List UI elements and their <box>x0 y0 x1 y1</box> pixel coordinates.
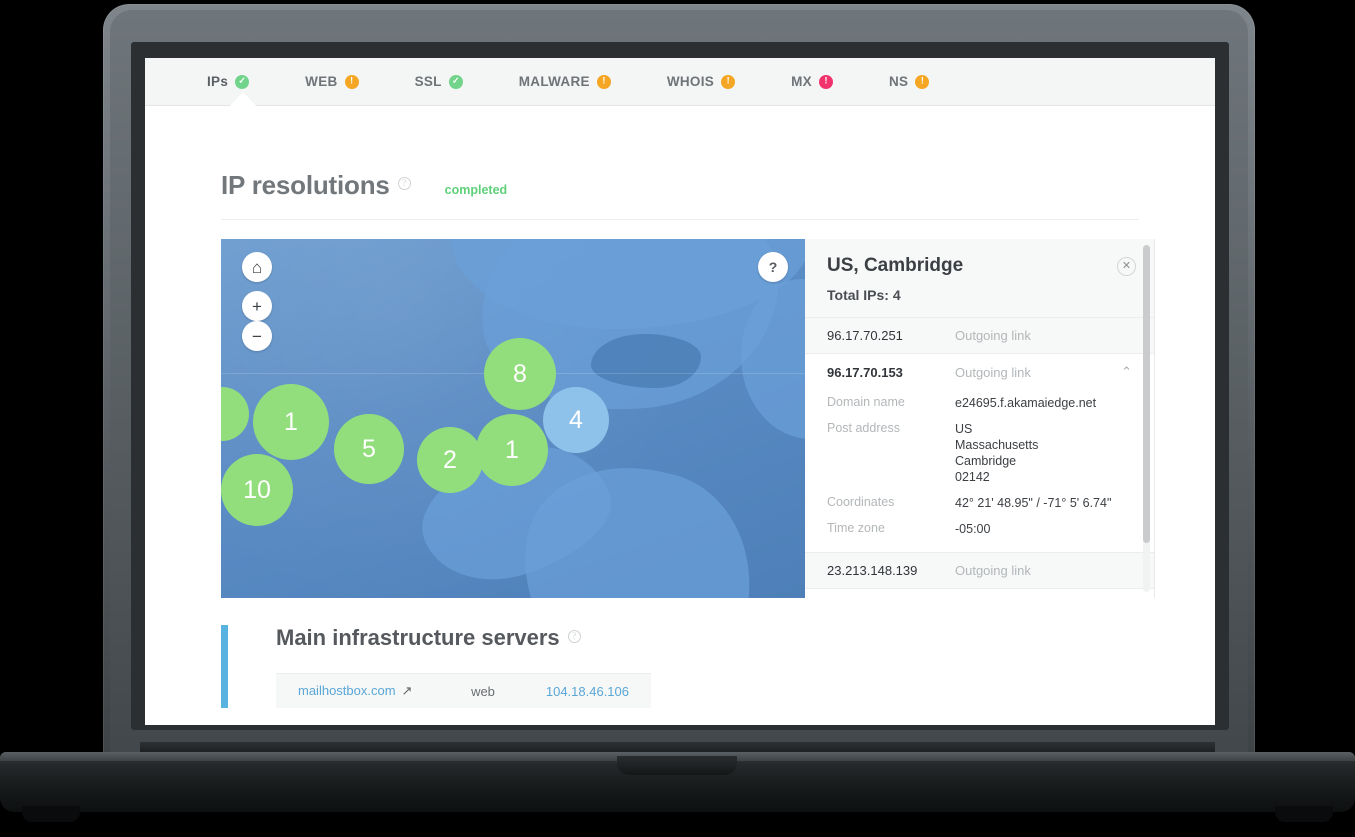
map-marker-count: 10 <box>243 475 271 504</box>
external-link-icon: ↗ <box>401 683 413 698</box>
outgoing-link-label[interactable]: Outgoing link <box>955 328 1132 343</box>
infra-service-type: web <box>471 683 495 699</box>
map-marker[interactable]: 1 <box>253 384 329 460</box>
map-marker-count: 1 <box>284 407 298 436</box>
detail-value: e24695.f.akamaiedge.net <box>955 396 1097 410</box>
map-marker-count: 8 <box>513 359 527 388</box>
map-home-icon[interactable]: ⌂ <box>242 252 272 282</box>
map-marker-count: 4 <box>569 405 583 434</box>
tab-label: MALWARE <box>518 74 590 89</box>
outgoing-link-label[interactable]: Outgoing link <box>955 365 1121 380</box>
detail-value: US Massachusetts Cambridge 02142 <box>955 422 1039 484</box>
map-marker-count: 5 <box>362 434 376 463</box>
chevron-up-icon[interactable]: ⌃ <box>1121 364 1132 380</box>
map-marker-count: 2 <box>443 445 457 474</box>
detail-row-post-address: Post address US Massachusetts Cambridge 0… <box>827 416 1132 490</box>
laptop-foot-right <box>1275 806 1333 822</box>
landmass-great-lakes <box>591 334 701 388</box>
map-marker[interactable]: 8 <box>484 338 556 410</box>
tab-whois[interactable]: WHOIS! <box>666 74 736 89</box>
tab-web[interactable]: WEB! <box>305 74 359 89</box>
infra-table-row[interactable]: mailhostbox.com ↗ web 104.18.46.106 <box>276 673 651 708</box>
tab-label: WHOIS <box>666 74 715 89</box>
ip-address: 96.17.70.153 <box>827 364 903 380</box>
ip-address: 23.213.148.139 <box>827 563 918 578</box>
map-zoom-in-icon[interactable]: + <box>242 291 272 321</box>
ip-detail: Domain name e24695.f.akamaiedge.net Post a… <box>805 390 1154 552</box>
infra-help-icon[interactable]: ? <box>567 630 581 643</box>
panel-scrollbar[interactable] <box>1143 245 1150 592</box>
tab-label: IPs <box>207 74 229 89</box>
status-badge: completed <box>444 183 508 197</box>
ip-row[interactable]: 96.17.70.251 Outgoing link <box>805 318 1154 354</box>
screenshot-stage: IPs ✓ WEB! SSL ✓ MALWARE! WHOIS! MX! NS! IP reso… <box>0 0 1355 837</box>
ip-row[interactable]: 96.17.70.153 Outgoing link ⌃ <box>805 354 1154 390</box>
location-detail-panel: US, Cambridge Total IPs: 4 ✕ 96.17.70.25… <box>805 239 1155 598</box>
map-marker[interactable]: 4 <box>543 387 609 453</box>
tab-status-ok-icon: ✓ <box>235 74 250 89</box>
section-tabbar: IPs ✓ WEB! SSL ✓ MALWARE! WHOIS! MX! NS! <box>145 58 1215 109</box>
tab-status-warn-icon: ! <box>344 74 359 89</box>
tab-mx[interactable]: MX! <box>791 74 833 89</box>
panel-header: US, Cambridge Total IPs: 4 ✕ <box>805 239 1154 318</box>
infra-host-link[interactable]: mailhostbox.com ↗ <box>298 683 447 699</box>
page-header: IP resolutions ? completed <box>221 106 1139 220</box>
tab-ips[interactable]: IPs ✓ <box>207 74 259 109</box>
ip-list: 96.17.70.251 Outgoing link 96.17.70.153 Out… <box>805 318 1154 589</box>
infra-ip-link[interactable]: 104.18.46.106 <box>519 684 629 699</box>
detail-value: -05:00 <box>955 522 991 536</box>
tab-status-err-icon: ! <box>818 74 833 89</box>
tab-label: SSL <box>414 74 442 89</box>
infra-title: Main infrastructure servers <box>276 625 560 650</box>
scrollbar-thumb[interactable] <box>1143 245 1150 543</box>
detail-row-domain-name: Domain name e24695.f.akamaiedge.net <box>827 390 1132 416</box>
map-marker[interactable]: 1 <box>476 414 548 486</box>
outgoing-link-label[interactable]: Outgoing link <box>955 563 1132 578</box>
ip-world-map[interactable]: ⌂ + − ? 10 1 5 2 1 8 4 <box>221 239 805 598</box>
ip-row[interactable]: 23.213.148.139 Outgoing link <box>805 553 1154 589</box>
ip-address: 96.17.70.251 <box>827 328 903 343</box>
panel-title: US, Cambridge <box>827 255 964 276</box>
detail-value: 42° 21' 48.95" / -71° 5' 6.74" <box>955 496 1112 510</box>
tab-label: NS <box>888 74 909 89</box>
tab-label: WEB <box>305 74 338 89</box>
page-title: IP resolutions <box>221 170 390 200</box>
browser-screen: IPs ✓ WEB! SSL ✓ MALWARE! WHOIS! MX! NS! IP reso… <box>145 58 1215 725</box>
tab-status-warn-icon: ! <box>596 74 611 89</box>
detail-row-time-zone: Time zone -05:00 <box>827 516 1132 542</box>
tab-status-warn-icon: ! <box>915 74 930 89</box>
map-and-panel: ⌂ + − ? 10 1 5 2 1 8 4 US, Cambridge Total IPs… <box>221 239 1155 598</box>
tab-status-warn-icon: ! <box>721 74 736 89</box>
map-zoom-out-icon[interactable]: − <box>242 321 272 351</box>
detail-key: Post address <box>827 421 900 435</box>
main-infrastructure-section: Main infrastructure servers ? mailhostbo… <box>221 625 1139 708</box>
map-marker[interactable]: 10 <box>221 454 293 526</box>
section-accent-bar <box>221 625 228 708</box>
active-tab-pointer <box>227 92 259 109</box>
tab-malware[interactable]: MALWARE! <box>519 74 611 89</box>
map-marker[interactable]: 2 <box>417 427 483 493</box>
page-content: IP resolutions ? completed ⌂ + − ? 10 1 … <box>145 106 1215 708</box>
tab-ns[interactable]: NS! <box>888 74 930 89</box>
map-marker-edge[interactable] <box>221 387 249 441</box>
detail-key: Coordinates <box>827 495 895 509</box>
detail-key: Domain name <box>827 395 905 409</box>
tab-ssl[interactable]: SSL ✓ <box>415 74 463 89</box>
map-marker[interactable]: 5 <box>334 414 404 484</box>
map-help-icon[interactable]: ? <box>758 252 788 282</box>
laptop-notch <box>617 756 737 775</box>
close-icon[interactable]: ✕ <box>1117 257 1136 276</box>
detail-key: Time zone <box>827 521 885 535</box>
infra-body: Main infrastructure servers ? mailhostbo… <box>228 625 1139 708</box>
tab-status-ok-icon: ✓ <box>448 74 463 89</box>
help-icon[interactable]: ? <box>397 177 411 190</box>
map-marker-count: 1 <box>505 435 519 464</box>
infra-table: mailhostbox.com ↗ web 104.18.46.106 <box>276 673 651 708</box>
detail-row-coordinates: Coordinates 42° 21' 48.95" / -71° 5' 6.74… <box>827 490 1132 516</box>
tab-label: MX <box>791 74 812 89</box>
panel-total-ips: Total IPs: 4 <box>827 287 901 303</box>
laptop-foot-left <box>22 806 80 822</box>
